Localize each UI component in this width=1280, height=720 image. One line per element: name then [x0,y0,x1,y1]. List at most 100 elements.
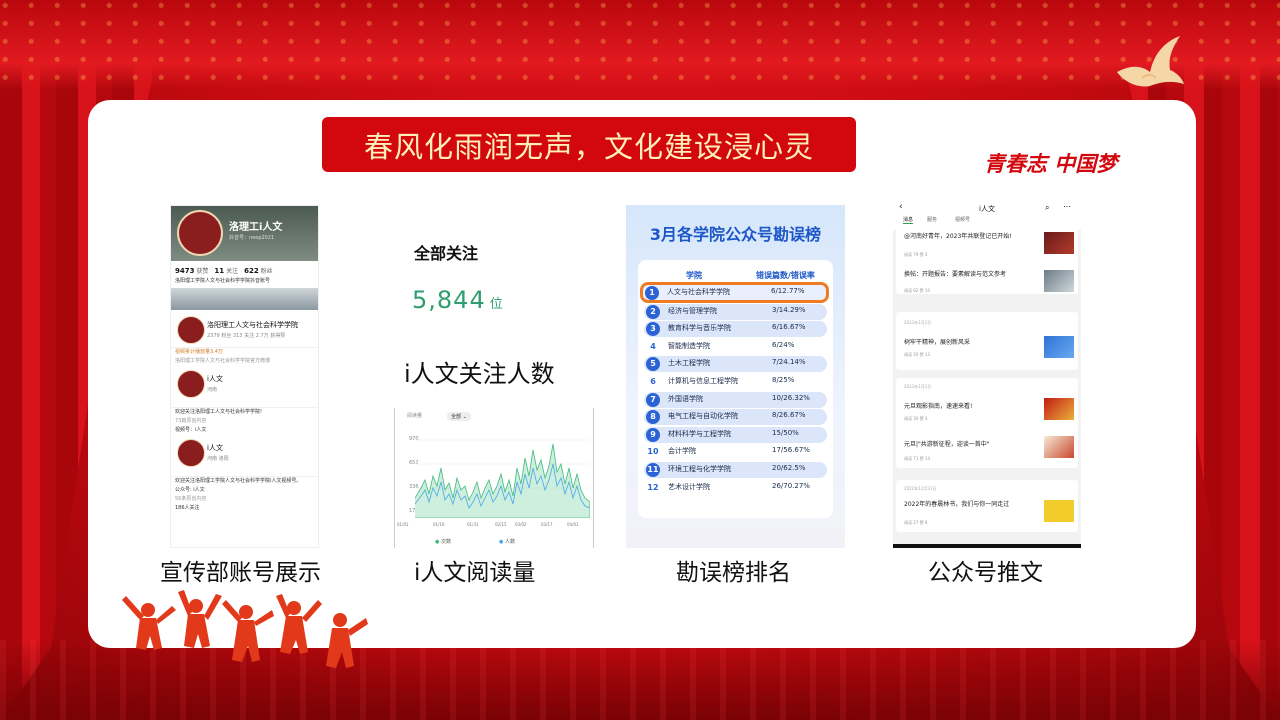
college-name: 电气工程与自动化学院 [668,412,738,421]
rank-badge: 1 [645,286,659,300]
college-stats: 2379 粉丝 313 关注 2.7万 获得赞 [207,333,286,339]
error-rate: 17/56.67% [772,446,810,455]
chart-filter-dropdown[interactable]: 全部 ⌄ [447,412,471,421]
stat-fans: 622 粉丝 [244,267,273,275]
list-item[interactable]: i人文 河南 [171,366,318,408]
list-item[interactable]: 2023年1月1日 元旦观影指南，速速来看! 阅读 30 赞 3 元旦|"共游新… [896,378,1078,468]
post-title: 元旦观影指南，速速来看! [904,403,973,410]
stat-likes: 9473 获赞 [175,267,209,275]
table-row: 5 土木工程学院 7/24.14% [644,356,827,373]
error-rate: 6/24% [772,340,795,349]
profile-id: 抖音号：neep2021 [229,235,275,241]
error-rate: 10/26.32% [772,393,810,402]
post-meta: 阅读 82 赞 10 [904,288,930,293]
tab-services[interactable]: 服务 [927,216,937,223]
college-seal-icon [177,316,205,344]
caption-account: 宣传部账号展示 [160,560,321,586]
list-item[interactable]: 2023年1月2日 树牢干精神，展创新风采 阅读 20 赞 13 [896,312,1078,370]
post-meta: 阅读 30 赞 3 [904,416,928,421]
table-row: 11 环境工程与化学学院 20/62.5% [644,462,827,478]
item-location: 河南 [207,387,218,393]
error-rate: 20/62.5% [772,464,806,472]
caption-reading: i人文阅读量 [414,560,536,586]
item-follow: 186人关注 [175,505,200,511]
table-row: 9 材料科学与工程学院 15/50% [644,426,827,443]
college-name: 环境工程与化学学院 [668,465,731,473]
rank-badge: 4 [650,341,656,351]
college-name: 洛阳理工人文与社会科学学院 [207,321,298,329]
item-meta: 73篇原创内容 [175,418,207,424]
post-title: 2022年的春晨林书，我们与你一同走过 [904,501,1010,508]
follow-count-card: 全部关注 5,844 位 [398,230,593,330]
cover-image [171,288,318,310]
table-row: 8 电气工程与自动化学院 8/26.67% [644,409,827,426]
college-seal-icon [177,439,205,467]
post-date: 2023年1月2日 [904,320,932,325]
post-thumbnail [1044,500,1074,522]
post-date: 2022年12月31日 [904,486,937,491]
rank-badge: 9 [646,427,660,442]
x-tick: 01/31 [467,522,479,527]
college-name: 会计学院 [668,447,696,456]
error-rate: 6/16.67% [772,323,806,332]
dove-icon [1117,36,1184,87]
rank-badge: 5 [646,357,660,372]
profile-name: 洛理工i人文 [229,222,283,233]
wechat-topbar: ‹ i人文 ⌕ ⋯ 消息 服务 视频号 [893,200,1081,230]
post-title: 换帖：开题报告：要素解读与范文参考 [904,271,1007,278]
profile-stats: 9473 获赞 11 关注 622 粉丝 [171,261,318,277]
post-meta: 阅读 71 赞 14 [904,456,930,461]
profile-bio: 洛阳理工学院人文与社会科学学院抖音账号 [175,278,271,284]
post-title: @河南好青年，2023年共联登记已开始! [904,233,1012,240]
x-tick: 03/02 [515,522,527,527]
college-name: 计算机与信息工程学院 [668,377,738,385]
post-title: 元旦|"共游新征程，迎谈一首中" [904,441,990,448]
post-meta: 阅读 20 赞 13 [904,352,930,357]
post-meta: 阅读 79 赞 3 [904,252,928,257]
ranking-table: 学院 错误篇数/错误率 1 人文与社会科学学院 6/12.77% 2 经济与管理学院 3/… [638,260,833,518]
rank-badge: 3 [646,322,660,337]
account-header: i人文 [979,205,995,213]
x-tick: 03/17 [541,522,553,527]
tab-messages[interactable]: 消息 [903,216,914,224]
college-name: 经济与管理学院 [668,306,717,315]
error-rate: 3/14.29% [772,305,806,314]
legend-people: ● 人数 [499,539,515,545]
item-desc: 欢迎关注洛阳理工学院人文与社会科学学院i人文视频号。 [175,478,302,484]
legend-count: ● 次数 [435,539,451,545]
tab-channels[interactable]: 视频号 [955,216,970,223]
list-item[interactable]: @河南好青年，2023年共联登记已开始! 阅读 79 赞 3 换帖：开题报告：要… [896,228,1078,294]
list-item[interactable]: i人文 河南 洛阳 [171,435,318,477]
college-name: 艺术设计学院 [668,482,710,491]
error-rate: 26/70.27% [772,481,810,490]
error-rate: 7/24.14% [772,358,806,367]
curtain-valance [0,0,1280,90]
col-errors: 错误篇数/错误率 [756,271,815,280]
table-row: 6 计算机与信息工程学院 8/25% [644,374,827,390]
college-row[interactable]: 洛阳理工人文与社会科学学院 2379 粉丝 313 关注 2.7万 获得赞 [171,312,318,348]
post-thumbnail [1044,232,1074,254]
search-icon[interactable]: ⌕ [1045,203,1049,213]
series-count-line [415,443,590,518]
jumping-people-illustration [122,590,368,668]
stat-following: 11 关注 [214,267,239,275]
table-row: 12 艺术设计学院 26/70.27% [644,480,827,496]
rank-badge: 10 [647,447,659,457]
follow-count: 5,844 位 [412,286,504,314]
post-title: 树牢干精神，展创新风采 [904,339,971,346]
page-title: 春风化雨润无声，文化建设浸心灵 [322,117,856,172]
table-row: 7 外国语学院 10/26.32% [644,391,827,408]
ranking-title: 3月各学院公众号勘误榜 [649,225,822,244]
follow-title: i人文关注人数 [404,360,555,388]
rank-badge: 8 [646,410,660,425]
college-seal-icon [177,210,223,256]
table-row: 1 人文与社会科学学院 6/12.77% [640,282,829,303]
post-thumbnail [1044,398,1074,420]
table-row: 2 经济与管理学院 3/14.29% [644,303,827,320]
college-name: 智能制造学院 [668,341,710,350]
error-rate: 15/50% [772,428,799,437]
item-desc: 欢迎关注洛阳理工人文与社会科学学院! [175,409,263,415]
list-item[interactable]: 2022年12月31日 2022年的春晨林书，我们与你一同走过 阅读 27 赞 … [896,480,1078,532]
back-icon[interactable]: ‹ [899,202,903,212]
more-icon[interactable]: ⋯ [1063,202,1071,211]
